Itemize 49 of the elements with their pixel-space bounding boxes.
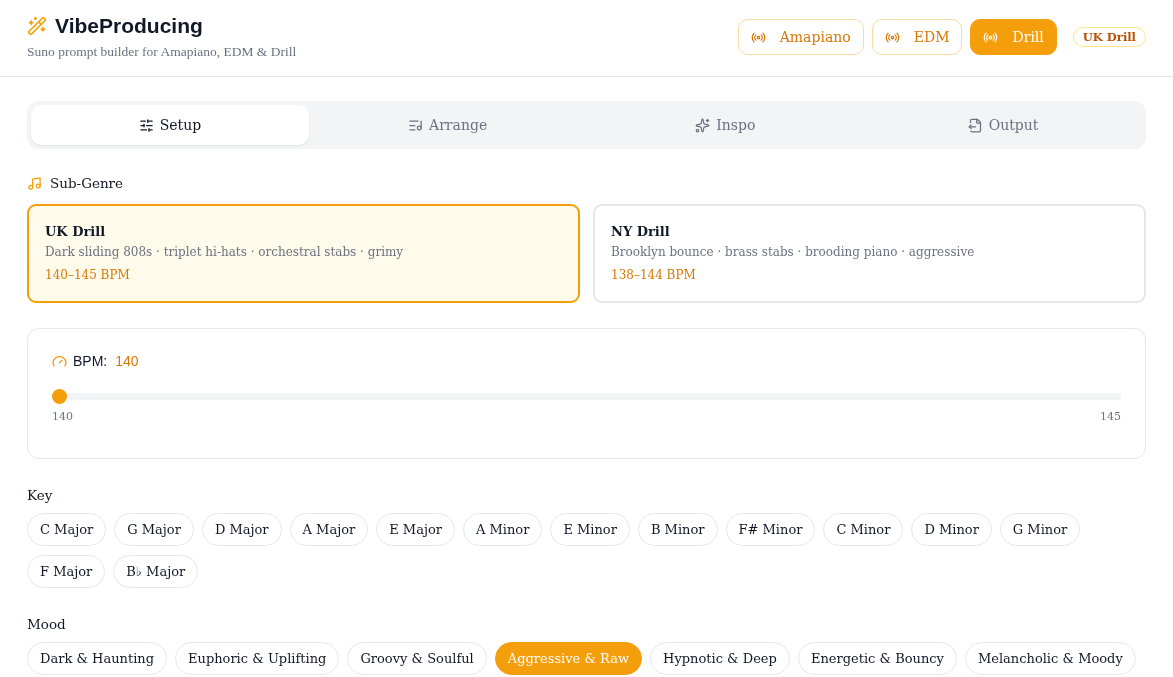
music-list-icon — [408, 117, 424, 133]
tab[interactable]: Setup — [31, 105, 309, 145]
mood-chip[interactable]: Hypnotic & Deep — [650, 642, 790, 675]
section-label: Mood — [27, 616, 67, 632]
key-chip[interactable]: B♭ Major — [113, 555, 199, 588]
key-chip[interactable]: A Major — [289, 513, 369, 546]
key-chip[interactable]: G Minor — [999, 513, 1081, 546]
bpm-label: BPM: — [73, 353, 108, 369]
mood-chip[interactable]: Melancholic & Moody — [964, 642, 1136, 675]
subgenre-description: Brooklyn bounce · brass stabs · brooding piano · aggressive — [611, 245, 976, 259]
sparkles-icon — [695, 117, 711, 133]
tab[interactable]: Output — [864, 105, 1142, 145]
subgenre-name: UK Drill — [45, 224, 107, 239]
music-note-icon — [27, 175, 42, 191]
subgenre-card[interactable]: UK Drill Dark sliding 808s · triplet hi-hats · orchestral stabs · grimy 140–145 BPM — [27, 204, 580, 303]
tab[interactable]: Arrange — [308, 105, 587, 145]
app-subtitle: Suno prompt builder for Amapiano, EDM & Drill — [27, 44, 297, 60]
key-chip[interactable]: C Major — [27, 513, 107, 546]
key-chip[interactable]: F# Minor — [725, 513, 816, 546]
mood-chip[interactable]: Groovy & Soulful — [347, 642, 487, 675]
file-arrow-icon — [967, 117, 983, 133]
bpm-value: 140 — [115, 353, 139, 369]
magic-wand-icon — [27, 16, 47, 36]
bpm-slider-thumb[interactable] — [52, 389, 67, 404]
mood-chip[interactable]: Euphoric & Uplifting — [175, 642, 340, 675]
key-chip[interactable]: C Minor — [823, 513, 904, 546]
slider-min: 140 — [52, 410, 73, 423]
subgenre-name: NY Drill — [611, 224, 671, 239]
bpm-range: 140–145 BPM — [45, 268, 131, 282]
app-title: VibeProducing — [55, 14, 203, 38]
key-chip[interactable]: F Major — [27, 555, 106, 588]
tab[interactable]: Inspo — [586, 105, 865, 145]
sliders-icon — [138, 117, 154, 133]
gauge-icon — [52, 353, 67, 369]
key-chip[interactable]: D Minor — [911, 513, 992, 546]
key-chip[interactable]: D Major — [201, 513, 282, 546]
section-label: Key — [27, 487, 54, 503]
mood-chip[interactable]: Energetic & Bouncy — [797, 642, 957, 675]
key-chip[interactable]: E Major — [376, 513, 455, 546]
key-chip[interactable]: G Major — [114, 513, 194, 546]
bpm-range: 138–144 BPM — [611, 268, 697, 282]
subgenre-card[interactable]: NY Drill Brooklyn bounce · brass stabs · brooding piano · aggressive 138–144 BPM — [593, 204, 1146, 303]
section-label: Sub-Genre — [50, 175, 124, 191]
subgenre-description: Dark sliding 808s · triplet hi-hats · orchestral stabs · grimy — [45, 245, 405, 259]
key-chip[interactable]: A Minor — [463, 513, 543, 546]
key-chip[interactable]: B Minor — [637, 513, 718, 546]
slider-max: 145 — [1100, 410, 1121, 423]
mood-chip[interactable]: Dark & Haunting — [27, 642, 167, 675]
key-chip[interactable]: E Minor — [550, 513, 630, 546]
